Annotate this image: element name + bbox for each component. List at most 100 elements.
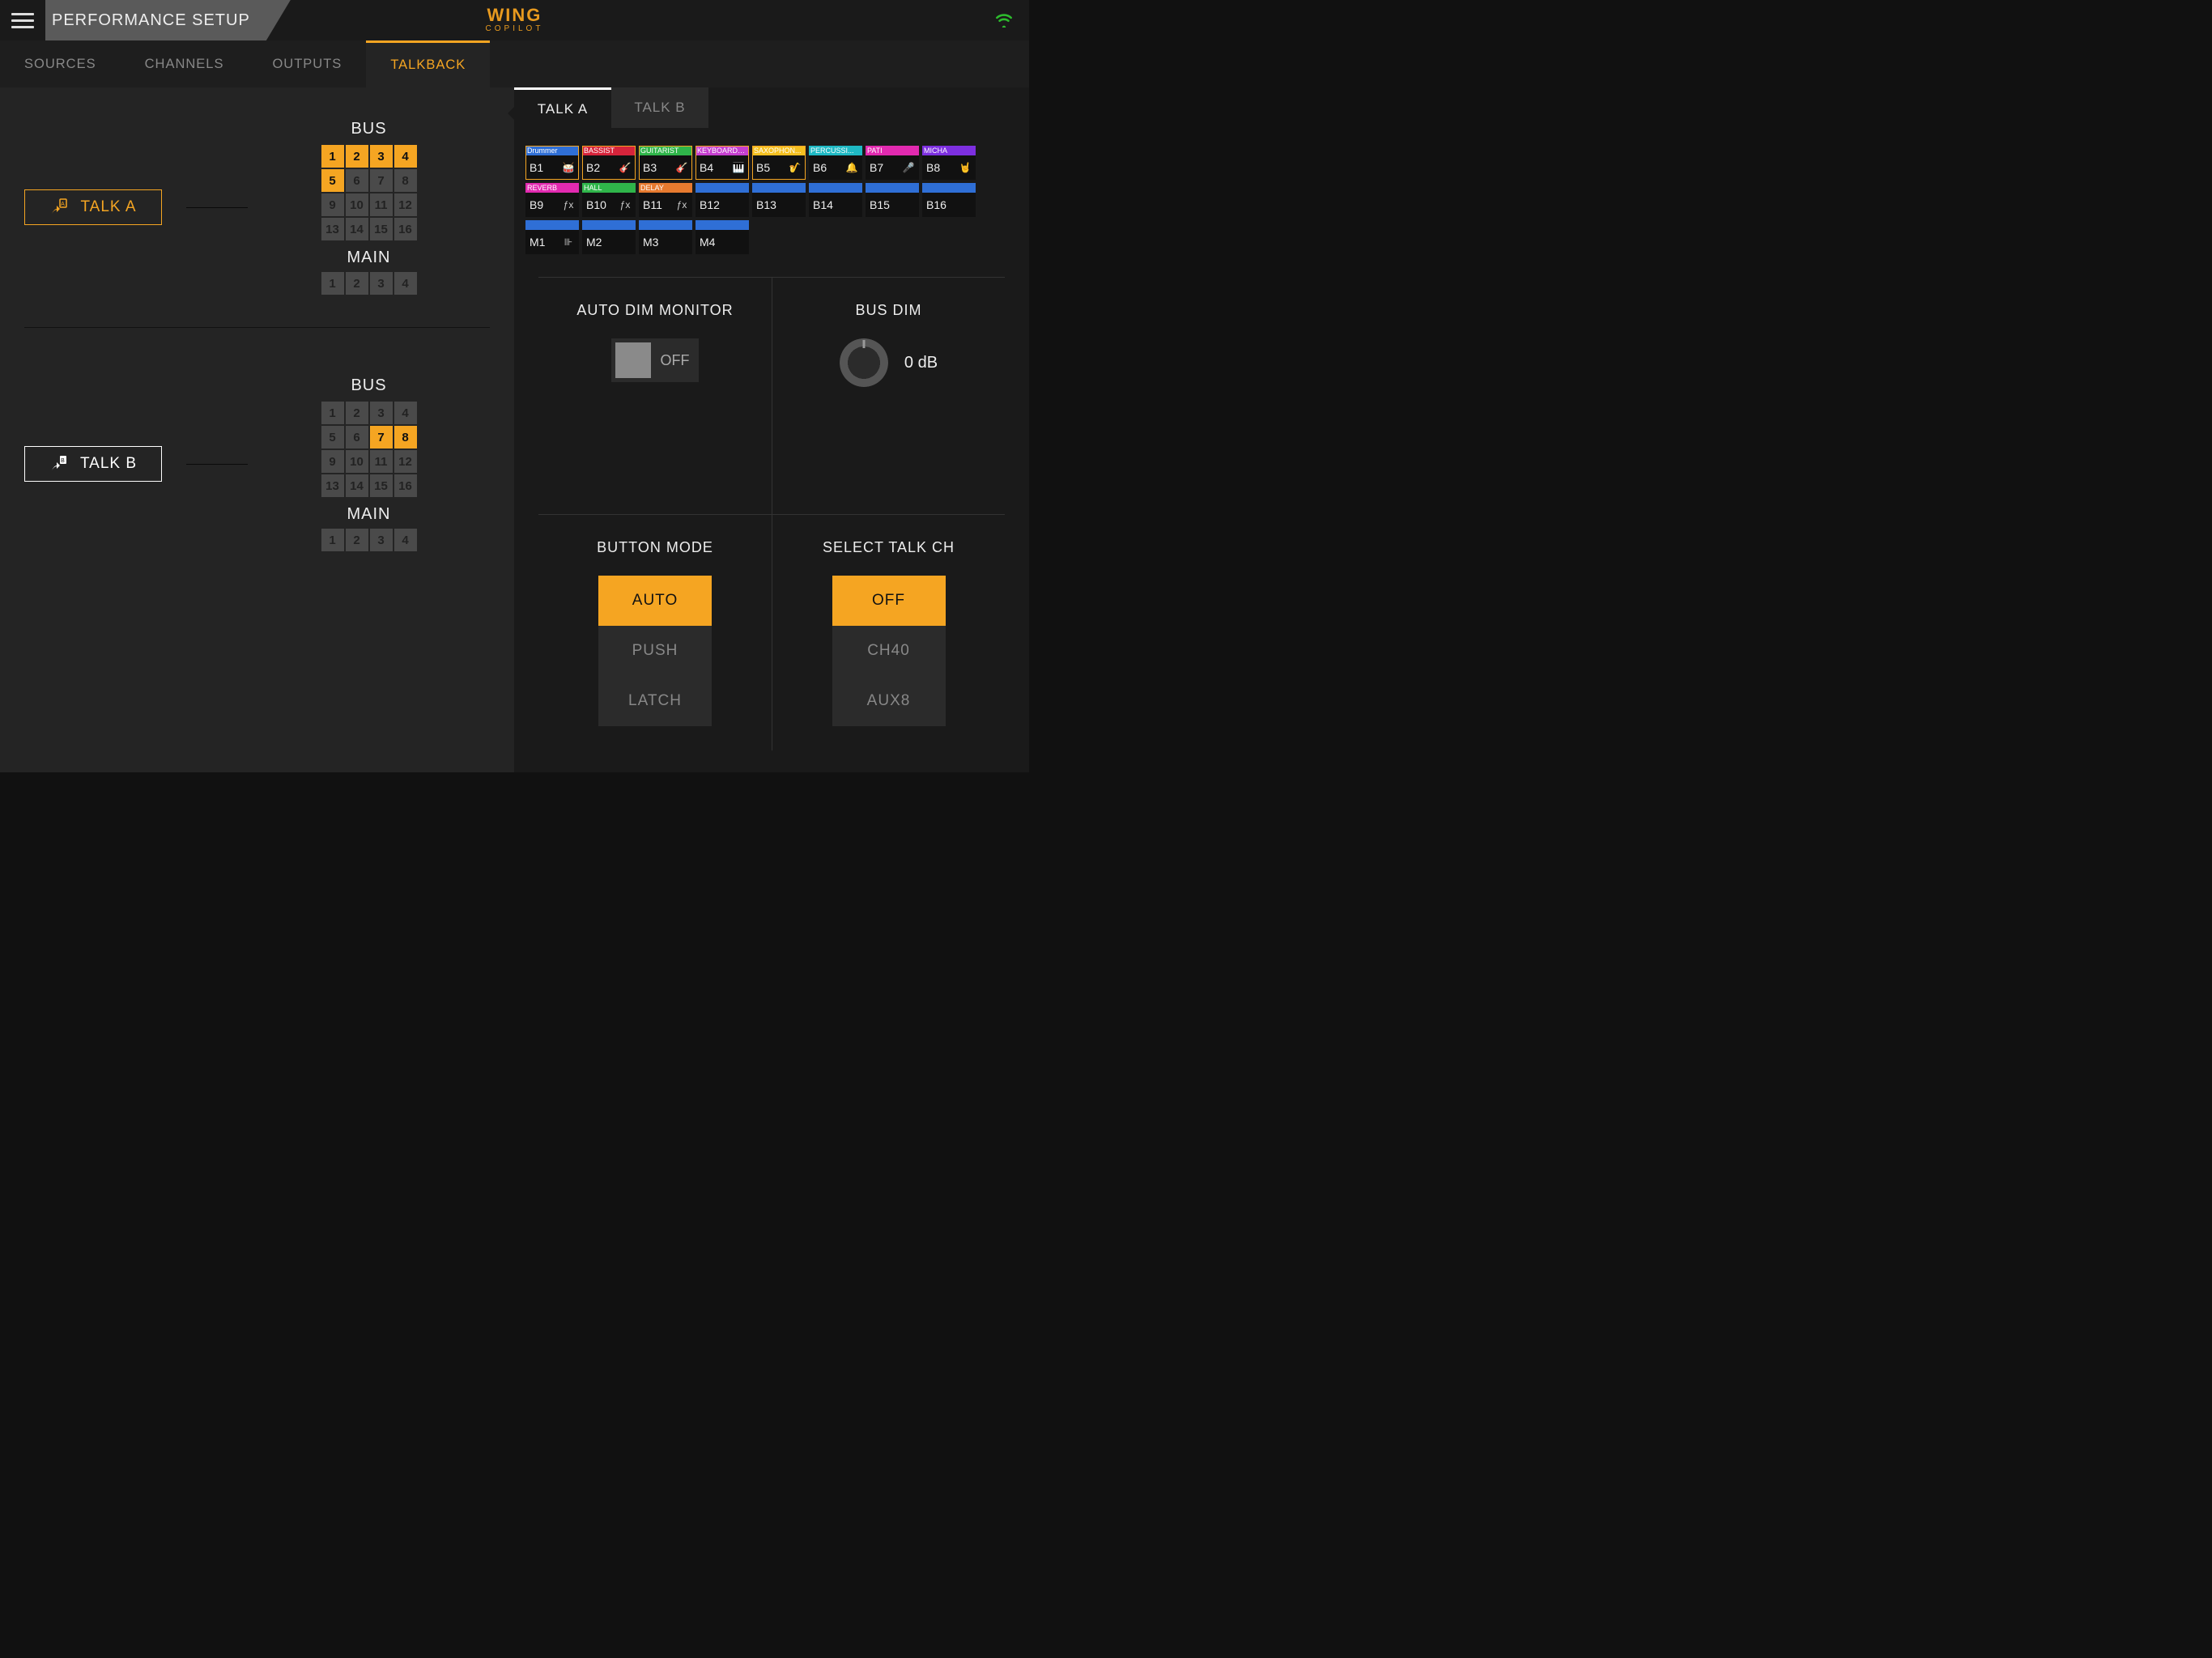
target-name: REVERB (525, 183, 579, 193)
target-id: B5 (756, 161, 770, 174)
main-b-cell-2[interactable]: 2 (346, 529, 368, 551)
bus-b-cell-4[interactable]: 4 (394, 402, 417, 424)
bus-a-cell-5[interactable]: 5 (321, 169, 344, 192)
bus-a-cell-9[interactable]: 9 (321, 193, 344, 216)
target-b16[interactable]: B16 (922, 183, 976, 217)
buttonmode-push[interactable]: PUSH (598, 626, 712, 676)
bus-a-cell-12[interactable]: 12 (394, 193, 417, 216)
right-tabs: TALK ATALK B (514, 87, 1029, 128)
target-m3[interactable]: M3 (639, 220, 692, 254)
talk-b-button[interactable]: B TALK B (24, 446, 162, 482)
menu-icon[interactable] (11, 0, 34, 40)
target-m2[interactable]: M2 (582, 220, 636, 254)
bus-a-cell-11[interactable]: 11 (370, 193, 393, 216)
target-b5[interactable]: SAXOPHON...B5🎷 (752, 146, 806, 180)
bus-b-cell-2[interactable]: 2 (346, 402, 368, 424)
bus-b-cell-10[interactable]: 10 (346, 450, 368, 473)
main-a-cell-2[interactable]: 2 (346, 272, 368, 295)
bus-b-cell-7[interactable]: 7 (370, 426, 393, 449)
bus-a-cell-1[interactable]: 1 (321, 145, 344, 168)
target-b1[interactable]: DrummerB1🥁 (525, 146, 579, 180)
target-name (866, 183, 919, 193)
talk-a-button[interactable]: A TALK A (24, 189, 162, 225)
bus-a-cell-13[interactable]: 13 (321, 218, 344, 240)
target-b14[interactable]: B14 (809, 183, 862, 217)
selecttalk-ch40[interactable]: CH40 (832, 626, 946, 676)
bus-a-cell-14[interactable]: 14 (346, 218, 368, 240)
selecttalk-aux8[interactable]: AUX8 (832, 676, 946, 726)
tab-channels[interactable]: CHANNELS (121, 40, 249, 87)
target-name (582, 220, 636, 230)
talk-tab-talk-b[interactable]: TALK B (611, 87, 708, 128)
target-b9[interactable]: REVERBB9ƒx (525, 183, 579, 217)
bus-b-cell-1[interactable]: 1 (321, 402, 344, 424)
main-b-cell-1[interactable]: 1 (321, 529, 344, 551)
main-b-cell-3[interactable]: 3 (370, 529, 393, 551)
main-a-cell-1[interactable]: 1 (321, 272, 344, 295)
bus-b-cell-12[interactable]: 12 (394, 450, 417, 473)
target-b2[interactable]: BASSISTB2🎸 (582, 146, 636, 180)
bus-b-cell-13[interactable]: 13 (321, 474, 344, 497)
tab-sources[interactable]: SOURCES (0, 40, 121, 87)
bus-b-cell-5[interactable]: 5 (321, 426, 344, 449)
target-m1[interactable]: M1⊪ (525, 220, 579, 254)
target-b10[interactable]: HALLB10ƒx (582, 183, 636, 217)
target-b11[interactable]: DELAYB11ƒx (639, 183, 692, 217)
target-b13[interactable]: B13 (752, 183, 806, 217)
fx-icon: ƒx (562, 198, 575, 211)
bus-a-cell-15[interactable]: 15 (370, 218, 393, 240)
target-name (525, 220, 579, 230)
bus-a-cell-10[interactable]: 10 (346, 193, 368, 216)
bus-a-cell-2[interactable]: 2 (346, 145, 368, 168)
bus-b-cell-3[interactable]: 3 (370, 402, 393, 424)
target-name (696, 220, 749, 230)
bus-a-cell-4[interactable]: 4 (394, 145, 417, 168)
bus-a-cell-6[interactable]: 6 (346, 169, 368, 192)
main-label: MAIN (347, 249, 391, 267)
bus-a-cell-3[interactable]: 3 (370, 145, 393, 168)
target-id: B13 (756, 198, 776, 211)
target-b8[interactable]: MICHAB8🤘 (922, 146, 976, 180)
guitar-icon: 🎸 (619, 161, 632, 174)
selecttalk-off[interactable]: OFF (832, 576, 946, 626)
bus-b-cell-16[interactable]: 16 (394, 474, 417, 497)
main-a-cell-3[interactable]: 3 (370, 272, 393, 295)
talk-tab-talk-a[interactable]: TALK A (514, 87, 611, 128)
bus-b-cell-6[interactable]: 6 (346, 426, 368, 449)
target-id: B6 (813, 161, 827, 174)
blank-icon (902, 198, 915, 211)
perc-icon: 🔔 (845, 161, 858, 174)
main-a-cell-4[interactable]: 4 (394, 272, 417, 295)
autodim-state: OFF (651, 352, 699, 369)
bus-b-cell-15[interactable]: 15 (370, 474, 393, 497)
tab-outputs[interactable]: OUTPUTS (248, 40, 366, 87)
buttonmode-latch[interactable]: LATCH (598, 676, 712, 726)
target-b7[interactable]: PATIB7🎤 (866, 146, 919, 180)
bus-b-cell-11[interactable]: 11 (370, 450, 393, 473)
target-b15[interactable]: B15 (866, 183, 919, 217)
bus-b-cell-14[interactable]: 14 (346, 474, 368, 497)
blank-icon (675, 236, 688, 249)
logo-main: WING (486, 5, 544, 26)
target-b3[interactable]: GUITARISTB3🎸 (639, 146, 692, 180)
autodim-toggle[interactable]: OFF (611, 338, 699, 382)
tab-row: SOURCESCHANNELSOUTPUTSTALKBACK (0, 40, 1029, 87)
connector-line (186, 464, 248, 465)
bus-a-cell-7[interactable]: 7 (370, 169, 393, 192)
bus-b-cell-9[interactable]: 9 (321, 450, 344, 473)
target-id: B10 (586, 198, 606, 211)
logo-sub: COPILOT (486, 24, 544, 33)
bus-b-cell-8[interactable]: 8 (394, 426, 417, 449)
talkback-icon: A (49, 198, 69, 217)
target-b12[interactable]: B12 (696, 183, 749, 217)
buttonmode-auto[interactable]: AUTO (598, 576, 712, 626)
bus-a-cell-16[interactable]: 16 (394, 218, 417, 240)
target-b6[interactable]: PERCUSSI... B6 🔔 (809, 146, 862, 180)
busdim-dial[interactable] (840, 338, 888, 387)
target-m4[interactable]: M4 (696, 220, 749, 254)
main-b-cell-4[interactable]: 4 (394, 529, 417, 551)
tab-talkback[interactable]: TALKBACK (366, 40, 490, 87)
target-b4[interactable]: KEYBOARDERB4🎹 (696, 146, 749, 180)
bus-a-cell-8[interactable]: 8 (394, 169, 417, 192)
target-name: PERCUSSI... (809, 146, 862, 155)
